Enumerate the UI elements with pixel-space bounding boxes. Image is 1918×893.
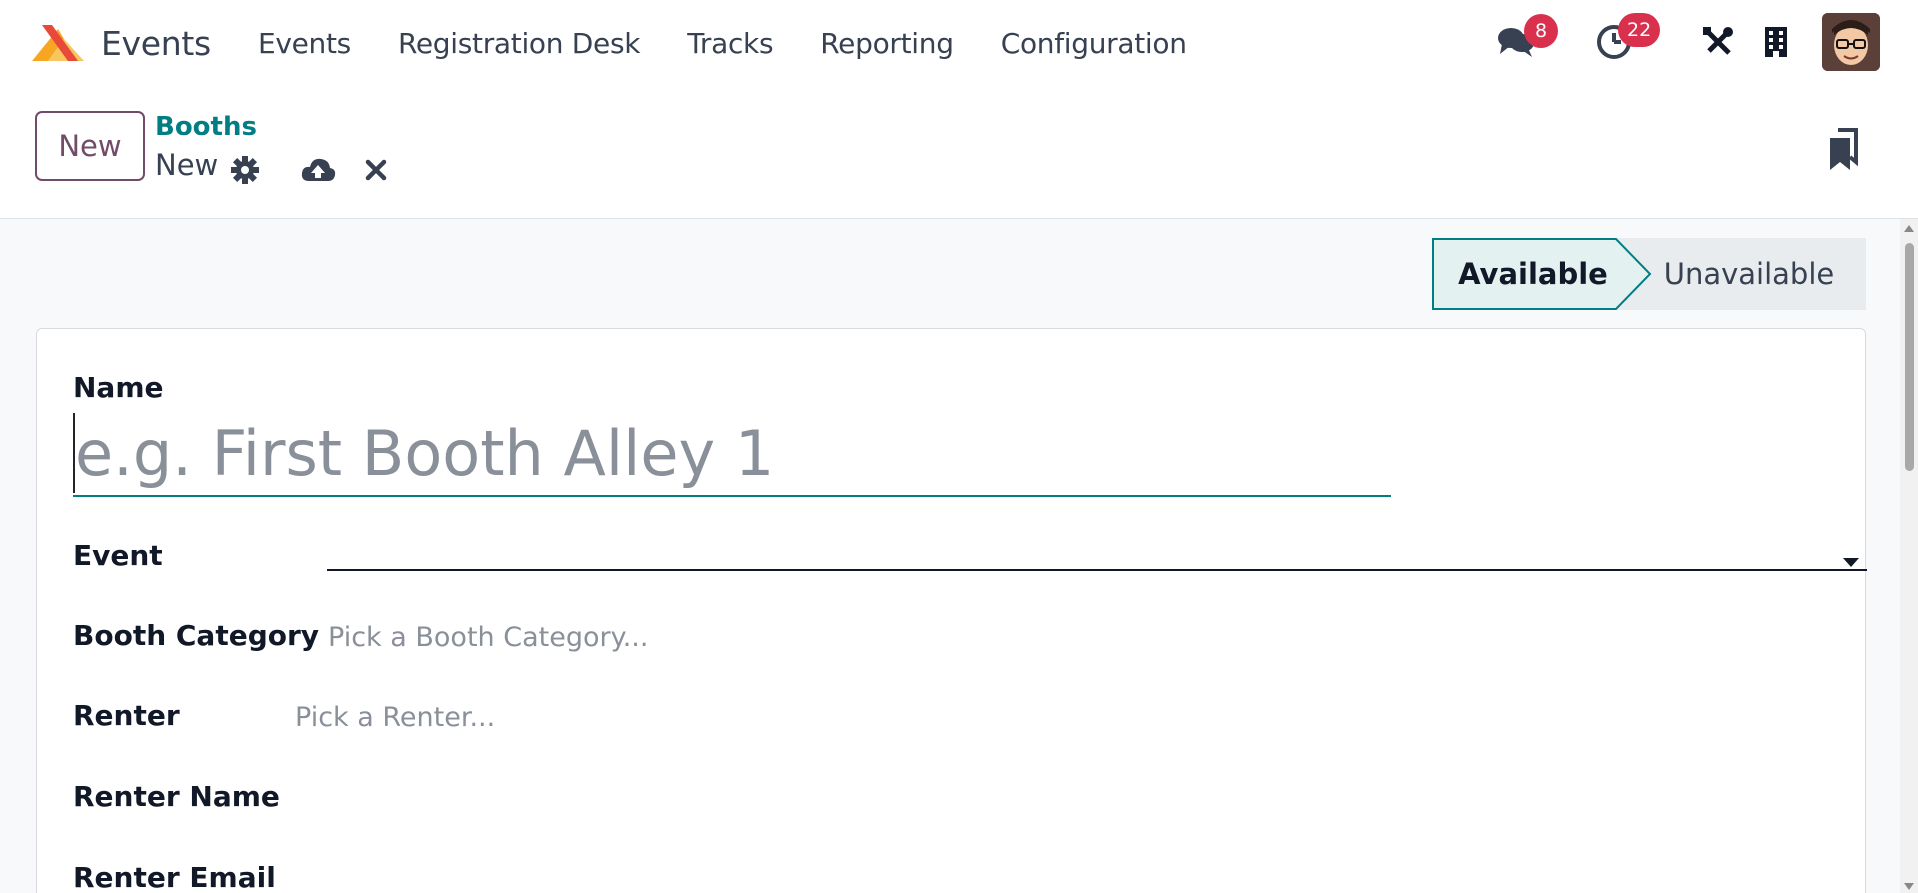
form-sheet: Name Event Booth Category Pick a Booth C…	[36, 328, 1867, 893]
actions-gear-button[interactable]	[227, 152, 263, 188]
main-menu: Events Registration Desk Tracks Reportin…	[231, 27, 1207, 60]
company-switcher-button[interactable]	[1754, 20, 1798, 64]
building-icon	[1765, 27, 1787, 57]
text-caret	[73, 413, 75, 493]
renter-name-label: Renter Name	[73, 780, 280, 813]
renter-email-label: Renter Email	[73, 861, 276, 893]
discard-button[interactable]	[358, 152, 394, 188]
gear-icon	[231, 156, 259, 184]
systray: 8 22	[1438, 0, 1918, 86]
scrollbar-thumb[interactable]	[1905, 243, 1914, 471]
stage-available[interactable]: Available	[1432, 238, 1632, 310]
knowledge-bookmark-button[interactable]	[1826, 126, 1862, 176]
cloud-upload-icon	[301, 158, 336, 181]
booth-category-label: Booth Category	[73, 619, 320, 652]
menu-item-registration-desk[interactable]: Registration Desk	[398, 27, 641, 60]
booth-category-input[interactable]: Pick a Booth Category...	[328, 622, 648, 653]
new-button[interactable]: New	[35, 111, 145, 181]
breadcrumb-current-record: New	[155, 148, 219, 182]
menu-item-tracks[interactable]: Tracks	[687, 27, 773, 60]
status-bar: Available Unavailable	[1432, 238, 1866, 310]
menu-item-events[interactable]: Events	[258, 27, 351, 60]
chevron-down-icon	[1843, 558, 1859, 567]
save-button[interactable]	[300, 152, 336, 188]
event-select[interactable]	[327, 535, 1867, 571]
control-panel: New Booths New	[0, 86, 1918, 219]
renter-input[interactable]: Pick a Renter...	[295, 702, 495, 733]
event-label: Event	[73, 539, 163, 572]
user-avatar[interactable]	[1822, 13, 1880, 71]
name-input[interactable]	[73, 411, 1391, 497]
bookmark-icon	[1830, 128, 1858, 170]
top-navbar: Events Events Registration Desk Tracks R…	[0, 0, 1918, 86]
name-label: Name	[73, 371, 164, 404]
tools-icon	[1703, 27, 1733, 55]
stage-unavailable[interactable]: Unavailable	[1632, 238, 1866, 310]
renter-label: Renter	[73, 699, 180, 732]
close-icon	[365, 159, 387, 181]
app-name: Events	[101, 23, 211, 63]
scroll-up-icon[interactable]	[1904, 225, 1914, 232]
scroll-down-icon[interactable]	[1904, 883, 1914, 890]
breadcrumb-booths[interactable]: Booths	[155, 112, 257, 142]
events-app-icon	[32, 25, 84, 61]
menu-item-reporting[interactable]: Reporting	[820, 27, 954, 60]
avatar-image	[1822, 13, 1880, 71]
vertical-scrollbar[interactable]	[1900, 219, 1918, 893]
messages-badge: 8	[1524, 14, 1558, 48]
app-brand[interactable]: Events	[28, 21, 211, 65]
menu-item-configuration[interactable]: Configuration	[1001, 27, 1187, 60]
activities-badge: 22	[1618, 13, 1661, 47]
debug-tools-button[interactable]	[1696, 20, 1740, 64]
